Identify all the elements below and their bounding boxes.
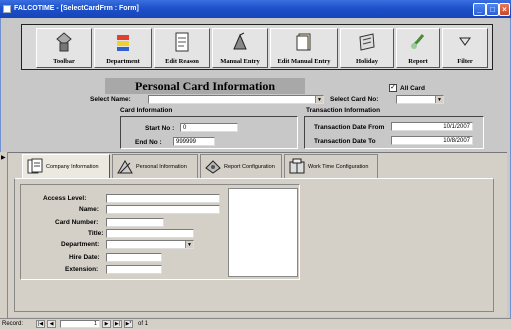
toolbar: Toolbar Department Edit Reason Manual En… (21, 24, 493, 70)
next-record-button[interactable]: ▶ (102, 320, 111, 328)
prev-record-button[interactable]: ◀ (47, 320, 56, 328)
app-icon (3, 5, 11, 13)
select-card-label: Select Card No: (330, 96, 379, 103)
new-record-button[interactable]: ▶* (124, 320, 133, 328)
trans-to-label: Transaction Date To (314, 138, 376, 145)
first-record-button[interactable]: |◀ (36, 320, 45, 328)
holiday-icon (359, 33, 375, 51)
manual-entry-icon (233, 32, 247, 50)
holiday-button[interactable]: Holiday (340, 28, 394, 68)
tab-label: Report Configuration (224, 164, 275, 170)
edit-manual-entry-icon (296, 33, 311, 51)
toolbar-button[interactable]: Toolbar (36, 28, 92, 68)
select-name-dropdown[interactable]: ▼ (148, 95, 324, 104)
extension-input[interactable] (106, 265, 162, 274)
tab-label: Company Information (46, 164, 99, 170)
edit-manual-entry-button[interactable]: Edit Manual Entry (270, 28, 338, 68)
start-no-label: Start No : (145, 125, 175, 132)
record-navigation-bar: Record: |◀ ◀ 1 ▶ ▶| ▶* of 1 (0, 318, 511, 329)
tab-personal-information[interactable]: Personal Information (112, 154, 198, 178)
all-card-checkbox[interactable]: ✓ (389, 84, 397, 92)
extension-label: Extension: (65, 266, 99, 273)
card-number-input[interactable] (106, 218, 164, 227)
trans-info-label: Transaction Information (306, 107, 381, 114)
trans-from-label: Transaction Date From (314, 124, 385, 131)
toolbar-button-label: Toolbar (53, 58, 75, 65)
tab-label: Work Time Configuration (308, 164, 369, 170)
record-count: of 1 (138, 321, 149, 327)
tab-work-time-configuration[interactable]: Work Time Configuration (284, 154, 378, 178)
work-time-icon (289, 158, 305, 174)
select-name-label: Select Name: (90, 96, 131, 103)
tab-report-configuration[interactable]: Report Configuration (200, 154, 282, 178)
close-button[interactable]: × (499, 3, 510, 16)
record-label: Record: (2, 321, 24, 327)
toolbar-icon (56, 32, 72, 52)
hire-date-label: Hire Date: (69, 254, 100, 261)
department-dropdown[interactable]: ▼ (106, 240, 194, 249)
chevron-down-icon: ▼ (435, 96, 443, 103)
title-bar: FALCOTIME - [SelectCardFrm : Form] _ □ × (0, 0, 511, 18)
department-icon (117, 35, 129, 51)
department-label: Department: (61, 241, 100, 248)
manual-entry-button[interactable]: Manual Entry (212, 28, 268, 68)
edit-reason-button-label: Edit Reason (165, 58, 199, 65)
title-input[interactable] (106, 229, 194, 238)
edit-reason-button[interactable]: Edit Reason (154, 28, 210, 68)
edit-reason-icon (175, 32, 189, 52)
photo-box (228, 188, 298, 277)
personal-icon (117, 160, 133, 174)
chevron-down-icon: ▼ (315, 96, 323, 103)
report-icon (410, 34, 425, 49)
access-level-label: Access Level: (43, 195, 87, 202)
edit-manual-entry-button-label: Edit Manual Entry (277, 58, 331, 65)
form-title: Personal Card Information (105, 78, 305, 94)
holiday-button-label: Holiday (355, 58, 379, 65)
all-card-label: All Card (400, 85, 425, 92)
name-input[interactable] (106, 205, 220, 214)
hire-date-input[interactable] (106, 253, 162, 262)
department-button-label: Department (106, 58, 140, 65)
window-title: FALCOTIME - [SelectCardFrm : Form] (14, 5, 139, 12)
maximize-button[interactable]: □ (486, 3, 499, 16)
chevron-down-icon: ▼ (185, 241, 193, 248)
filter-button[interactable]: Filter (442, 28, 488, 68)
report-config-icon (205, 160, 221, 174)
minimize-button[interactable]: _ (473, 3, 486, 16)
trans-from-input[interactable]: 10/1/2007 (391, 122, 473, 131)
card-number-label: Card Number: (55, 219, 99, 226)
trans-to-input[interactable]: 10/8/2007 (391, 136, 473, 145)
filter-button-label: Filter (457, 58, 473, 65)
end-no-input[interactable]: 999999 (173, 137, 215, 146)
manual-entry-button-label: Manual Entry (220, 58, 260, 65)
department-button[interactable]: Department (94, 28, 152, 68)
record-pointer-icon: ▶ (1, 155, 6, 161)
title-label: Title: (88, 230, 104, 237)
start-no-input[interactable]: 0 (180, 123, 238, 132)
report-button-label: Report (408, 58, 428, 65)
record-number-input[interactable]: 1 (60, 320, 100, 328)
access-level-input[interactable] (106, 194, 220, 203)
tab-company-information[interactable]: Company Information (22, 154, 110, 178)
report-button[interactable]: Report (396, 28, 440, 68)
select-card-dropdown[interactable]: ▼ (396, 95, 444, 104)
end-no-label: End No : (135, 139, 162, 146)
record-selector[interactable]: ▶ (0, 152, 8, 318)
last-record-button[interactable]: ▶| (113, 320, 122, 328)
tab-label: Personal Information (136, 164, 187, 170)
filter-icon (459, 37, 471, 46)
card-info-label: Card Information (120, 107, 173, 114)
name-label: Name: (79, 206, 99, 213)
company-icon (27, 158, 43, 174)
